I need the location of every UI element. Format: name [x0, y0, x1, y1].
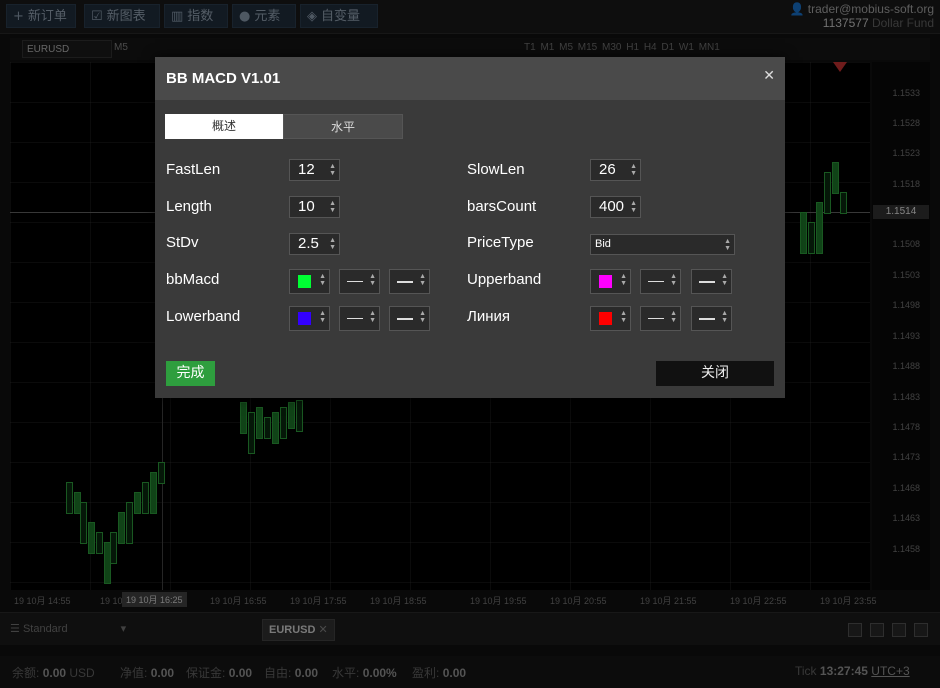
bbmacd-label: bbMacd	[166, 271, 220, 288]
fastlen-label: FastLen	[166, 161, 221, 178]
line-width-icon	[397, 281, 413, 283]
line-style-icon	[347, 281, 363, 282]
barscount-input[interactable]: 400 ▲ ▼	[590, 196, 641, 218]
color-swatch	[599, 275, 612, 288]
stepper-icon[interactable]: ▲ ▼	[630, 200, 637, 214]
pricetype-select[interactable]: Bid ▲ ▼	[590, 234, 735, 255]
slowlen-label: SlowLen	[467, 161, 525, 178]
pricetype-label: PriceType	[467, 234, 534, 251]
upperband-color-picker[interactable]: ▲ ▼	[590, 269, 631, 294]
stdv-input[interactable]: 2.5 ▲ ▼	[289, 233, 340, 255]
color-swatch	[298, 275, 311, 288]
liniya-width-select[interactable]: ▲ ▼	[691, 306, 732, 331]
stepper-icon[interactable]: ▲ ▼	[630, 163, 637, 177]
length-label: Length	[166, 198, 212, 215]
stepper-icon: ▲ ▼	[419, 310, 426, 324]
lowerband-label: Lowerband	[166, 308, 241, 325]
barscount-label: barsCount	[467, 198, 537, 215]
slowlen-input[interactable]: 26 ▲ ▼	[590, 159, 641, 181]
stepper-icon: ▲ ▼	[721, 273, 728, 287]
tab-overview[interactable]: 概述	[165, 114, 283, 139]
stepper-icon: ▲ ▼	[369, 273, 376, 287]
upperband-style-select[interactable]: ▲ ▼	[640, 269, 681, 294]
stepper-icon: ▲ ▼	[319, 310, 326, 324]
upperband-width-select[interactable]: ▲ ▼	[691, 269, 732, 294]
tab-levels[interactable]: 水平	[283, 114, 403, 139]
stepper-icon: ▲ ▼	[670, 310, 677, 324]
length-input[interactable]: 10 ▲ ▼	[289, 196, 340, 218]
lowerband-style-select[interactable]: ▲ ▼	[339, 306, 380, 331]
liniya-color-picker[interactable]: ▲ ▼	[590, 306, 631, 331]
color-swatch	[298, 312, 311, 325]
bbmacd-width-select[interactable]: ▲ ▼	[389, 269, 430, 294]
stepper-icon[interactable]: ▲ ▼	[329, 163, 336, 177]
line-width-icon	[699, 281, 715, 283]
stepper-icon: ▲ ▼	[319, 273, 326, 287]
stepper-icon: ▲ ▼	[721, 310, 728, 324]
line-width-icon	[397, 318, 413, 320]
stepper-icon: ▲ ▼	[724, 238, 731, 252]
lowerband-color-picker[interactable]: ▲ ▼	[289, 306, 330, 331]
dialog-header: BB MACD V1.01 ✕	[155, 57, 785, 100]
close-icon[interactable]: ✕	[763, 67, 775, 84]
stepper-icon: ▲ ▼	[620, 310, 627, 324]
liniya-label: Линия	[467, 308, 511, 325]
stepper-icon[interactable]: ▲ ▼	[329, 237, 336, 251]
color-swatch	[599, 312, 612, 325]
line-style-icon	[347, 318, 363, 319]
upperband-label: Upperband	[467, 271, 542, 288]
stepper-icon: ▲ ▼	[419, 273, 426, 287]
line-style-icon	[648, 281, 664, 282]
bbmacd-style-select[interactable]: ▲ ▼	[339, 269, 380, 294]
stepper-icon: ▲ ▼	[369, 310, 376, 324]
stepper-icon: ▲ ▼	[620, 273, 627, 287]
bbmacd-color-picker[interactable]: ▲ ▼	[289, 269, 330, 294]
close-button[interactable]: 关闭	[656, 361, 774, 386]
liniya-style-select[interactable]: ▲ ▼	[640, 306, 681, 331]
fastlen-input[interactable]: 12 ▲ ▼	[289, 159, 340, 181]
stepper-icon[interactable]: ▲ ▼	[329, 200, 336, 214]
stdv-label: StDv	[166, 234, 199, 251]
line-width-icon	[699, 318, 715, 320]
lowerband-width-select[interactable]: ▲ ▼	[389, 306, 430, 331]
indicator-settings-dialog: BB MACD V1.01 ✕ 概述 水平 FastLen 12 ▲ ▼ Lengt…	[155, 57, 785, 398]
dialog-title: BB MACD V1.01	[166, 70, 281, 87]
stepper-icon: ▲ ▼	[670, 273, 677, 287]
line-style-icon	[648, 318, 664, 319]
ok-button[interactable]: 完成	[166, 361, 215, 386]
